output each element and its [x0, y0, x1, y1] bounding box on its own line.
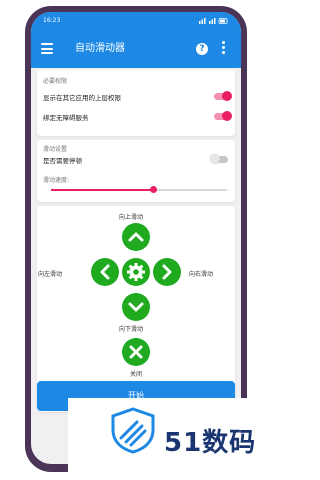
accessibility-service-label: 绑定无障碍服务	[43, 114, 89, 122]
permissions-section-title: 必要权限	[43, 78, 68, 85]
swipe-right-button[interactable]	[153, 258, 181, 286]
chevron-left-icon	[100, 264, 110, 280]
swipe-right-label: 向右滑动	[189, 271, 214, 278]
pause-label: 是否需要停顿	[43, 157, 82, 165]
app-bar: 自动滑动器 ?	[31, 30, 241, 68]
speed-slider[interactable]	[51, 186, 227, 193]
app-title: 自动滑动器	[75, 43, 125, 54]
swipe-up-button[interactable]	[122, 223, 150, 251]
chevron-down-icon	[128, 302, 144, 312]
overlay-permission-toggle[interactable]	[214, 91, 232, 101]
overlay-permission-label: 显示在其它应用的上层权限	[43, 94, 121, 102]
app-screen: 16:23 自动滑动器 ? 必要权限 显示在其它应用的上层权限 绑定无障碍服务 …	[31, 12, 241, 464]
speed-label: 滑动速度:	[43, 177, 70, 184]
gear-icon	[127, 263, 145, 281]
accessibility-service-toggle[interactable]	[214, 111, 232, 121]
status-icons	[199, 12, 229, 30]
swipe-left-label: 向左滑动	[38, 271, 63, 278]
close-icon	[129, 345, 143, 359]
more-vert-icon[interactable]	[221, 41, 225, 57]
status-bar: 16:23	[31, 12, 241, 30]
swipe-down-label: 向下滑动	[119, 326, 144, 333]
swipe-down-button[interactable]	[122, 293, 150, 321]
speed-slider-thumb[interactable]	[149, 186, 157, 193]
permissions-card: 必要权限 显示在其它应用的上层权限 绑定无障碍服务	[37, 70, 235, 136]
swipe-settings-card: 滑动设置 是否需要停顿 滑动速度:	[37, 140, 235, 202]
chevron-up-icon	[128, 232, 144, 242]
close-button[interactable]	[122, 338, 150, 366]
close-label: 关闭	[130, 371, 143, 378]
status-time: 16:23	[43, 17, 61, 24]
pause-toggle[interactable]	[210, 154, 228, 164]
hamburger-menu-icon[interactable]	[41, 43, 53, 54]
settings-button[interactable]	[122, 258, 150, 286]
swipe-up-label: 向上滑动	[119, 214, 144, 221]
swipe-left-button[interactable]	[91, 258, 119, 286]
help-icon[interactable]: ?	[196, 43, 208, 55]
chevron-right-icon	[162, 264, 172, 280]
swipe-settings-section-title: 滑动设置	[43, 146, 68, 153]
watermark: 51数码	[68, 398, 270, 480]
shield-logo-icon	[111, 407, 155, 454]
watermark-text: 51数码	[164, 428, 257, 458]
speed-slider-fill	[51, 189, 154, 191]
